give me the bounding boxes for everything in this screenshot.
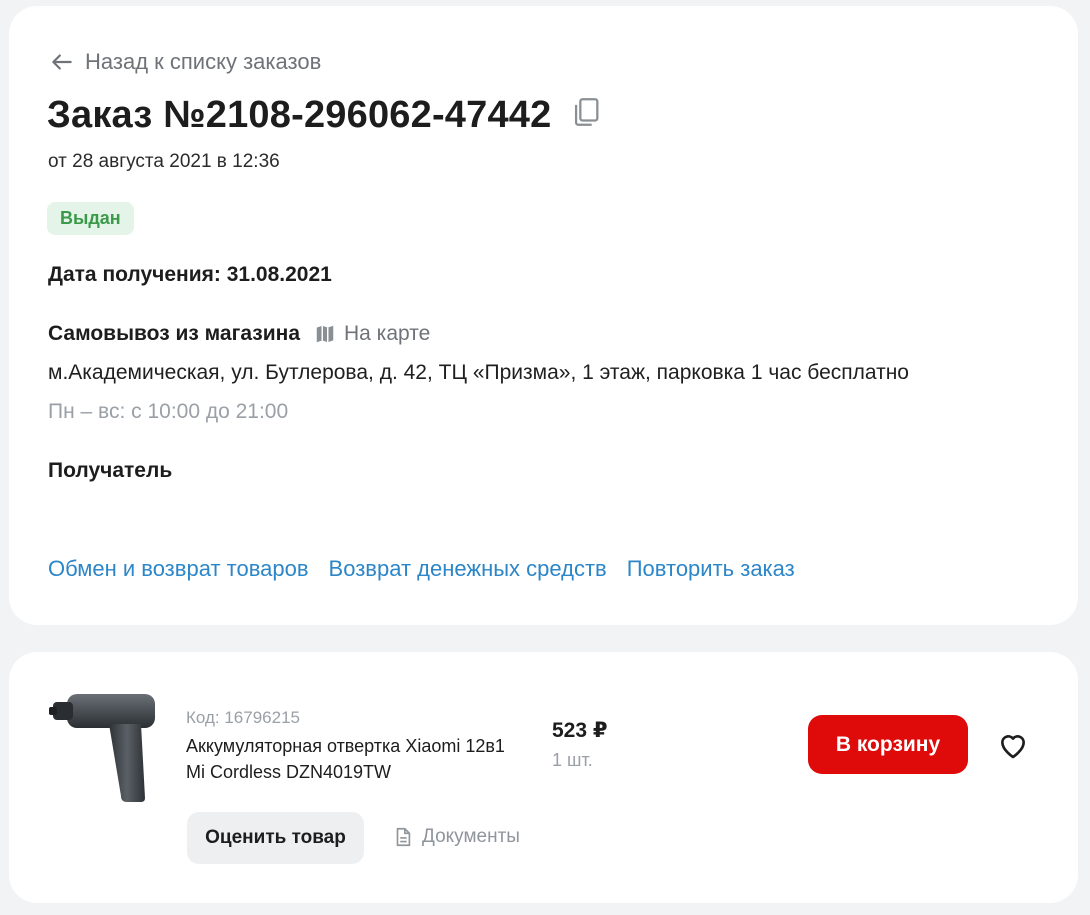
product-name[interactable]: Аккумуляторная отвертка Xiaomi 12в1 Mi C…	[186, 733, 516, 785]
pickup-address: м.Академическая, ул. Бутлерова, д. 42, Т…	[48, 361, 909, 384]
order-title-row: Заказ №2108-296062-47442	[47, 94, 603, 137]
receive-date: Дата получения: 31.08.2021	[48, 263, 332, 286]
product-image[interactable]	[49, 686, 159, 804]
map-link[interactable]: На карте	[314, 322, 430, 346]
exchange-return-link[interactable]: Обмен и возврат товаров	[48, 556, 309, 582]
status-badge: Выдан	[47, 202, 134, 235]
page-title: Заказ №2108-296062-47442	[47, 94, 552, 136]
map-icon	[316, 325, 334, 343]
order-item-card: Код: 16796215 Аккумуляторная отвертка Xi…	[9, 652, 1078, 903]
back-link-label: Назад к списку заказов	[85, 49, 322, 74]
order-actions: Обмен и возврат товаров Возврат денежных…	[48, 556, 795, 582]
documents-link[interactable]: Документы	[392, 826, 520, 848]
back-to-orders-link[interactable]: Назад к списку заказов	[49, 49, 321, 75]
rate-product-button[interactable]: Оценить товар	[187, 812, 364, 864]
order-date: от 28 августа 2021 в 12:36	[48, 151, 280, 172]
map-link-label: На карте	[344, 322, 431, 345]
product-quantity: 1 шт.	[552, 750, 593, 770]
order-details-card: Назад к списку заказов Заказ №2108-29606…	[9, 6, 1078, 625]
pickup-title: Самовывоз из магазина	[48, 322, 300, 345]
repeat-order-link[interactable]: Повторить заказ	[627, 556, 795, 582]
recipient-label: Получатель	[48, 459, 173, 482]
arrow-left-icon	[52, 54, 72, 70]
product-price: 523 ₽	[552, 719, 608, 742]
heart-icon[interactable]	[997, 730, 1029, 760]
product-code: Код: 16796215	[186, 708, 300, 727]
pickup-row: Самовывоз из магазина На карте	[48, 322, 430, 346]
store-hours: Пн – вс: с 10:00 до 21:00	[48, 400, 289, 423]
document-icon	[396, 827, 411, 847]
refund-link[interactable]: Возврат денежных средств	[329, 556, 607, 582]
copy-icon[interactable]	[569, 95, 603, 129]
add-to-cart-button[interactable]: В корзину	[808, 715, 968, 774]
documents-label: Документы	[422, 826, 520, 847]
